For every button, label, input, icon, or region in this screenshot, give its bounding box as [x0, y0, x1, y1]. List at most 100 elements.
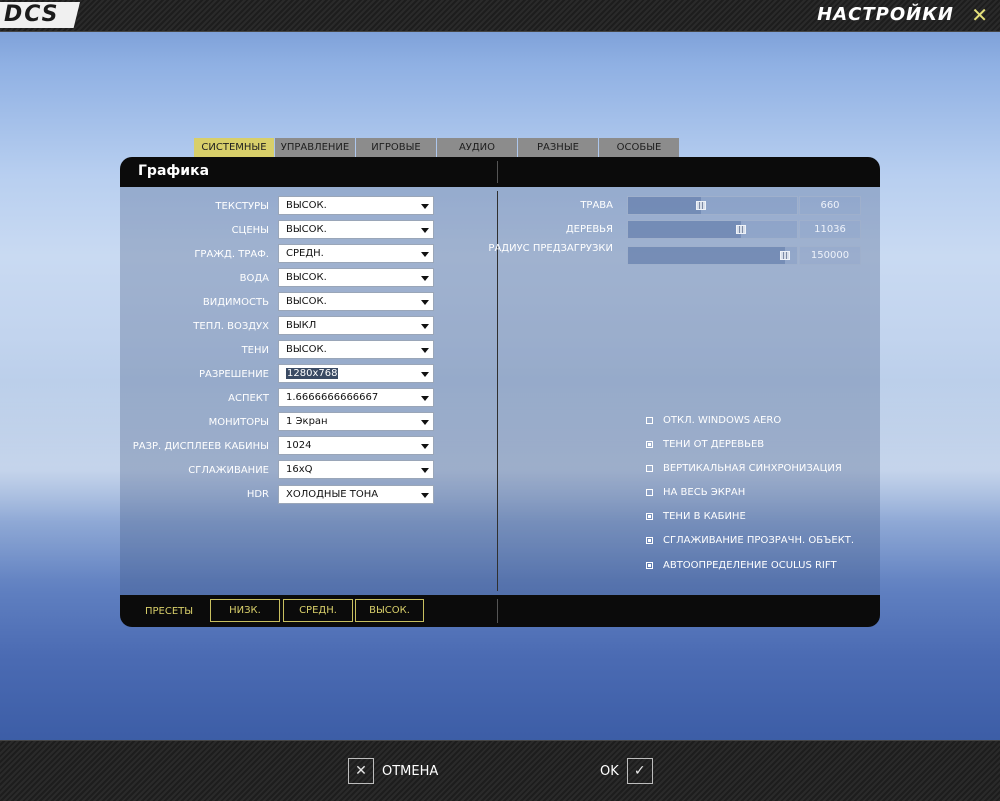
dropdown-arrow-icon	[421, 396, 429, 401]
checkbox-box[interactable]	[646, 488, 653, 496]
setting-label: СЦЕНЫ	[231, 225, 269, 236]
select-value: 16xQ	[286, 464, 313, 475]
aero-checkbox[interactable]: ОТКЛ. WINDOWS AERO	[646, 413, 781, 427]
slider-label: РАДИУС ПРЕДЗАГРУЗКИ	[488, 243, 613, 254]
tab-controls[interactable]: УПРАВЛЕНИЕ	[275, 138, 355, 157]
top-bar: DCS НАСТРОЙКИ ✕	[0, 0, 1000, 32]
dropdown-arrow-icon	[421, 276, 429, 281]
setting-label: АСПЕКТ	[228, 393, 269, 404]
graphics-panel: Графика ТЕКСТУРЫ ВЫСОК. СЦЕНЫ ВЫСОК. ГРА…	[120, 157, 880, 627]
grass-value-field[interactable]: 660	[799, 196, 861, 215]
setting-label: ВИДИМОСТЬ	[202, 297, 269, 308]
checkbox-box[interactable]	[646, 512, 653, 520]
checkbox-box[interactable]	[646, 440, 653, 448]
tree-shadows-checkbox[interactable]: ТЕНИ ОТ ДЕРЕВЬЕВ	[646, 437, 764, 451]
checkbox-label: АВТООПРЕДЕЛЕНИЕ OCULUS RIFT	[663, 559, 837, 571]
close-icon[interactable]: ✕	[971, 3, 988, 27]
dropdown-arrow-icon	[421, 204, 429, 209]
checkbox-label: ОТКЛ. WINDOWS AERO	[663, 414, 782, 426]
checkbox-box[interactable]	[646, 536, 653, 544]
checkbox-box[interactable]	[646, 561, 653, 569]
select-value: 1024	[286, 440, 312, 451]
transparency-aa-checkbox[interactable]: СГЛАЖИВАНИЕ ПРОЗРАЧН. ОБЪЕКТ.	[646, 533, 854, 547]
fullscreen-checkbox[interactable]: НА ВЕСЬ ЭКРАН	[646, 485, 745, 499]
vsync-checkbox[interactable]: ВЕРТИКАЛЬНАЯ СИНХРОНИЗАЦИЯ	[646, 461, 842, 475]
presets-label: ПРЕСЕТЫ	[145, 606, 194, 617]
ok-button[interactable]: OK ✓	[592, 757, 653, 785]
setting-label: HDR	[246, 489, 269, 500]
antialiasing-select[interactable]: 16xQ	[278, 460, 434, 479]
checkbox-box[interactable]	[646, 416, 653, 424]
checkbox-label: ТЕНИ В КАБИНЕ	[663, 510, 746, 522]
select-value: ВЫСОК.	[286, 296, 327, 307]
setting-label: ГРАЖД. ТРАФ.	[194, 249, 269, 260]
preset-low-button[interactable]: НИЗК.	[210, 599, 280, 622]
slider-thumb[interactable]	[780, 251, 791, 260]
slider-fill	[628, 197, 701, 214]
setting-label: РАЗР. ДИСПЛЕЕВ КАБИНЫ	[132, 441, 269, 452]
cancel-button[interactable]: ✕ ОТМЕНА	[348, 757, 446, 785]
dropdown-arrow-icon	[421, 252, 429, 257]
trees-slider[interactable]	[627, 220, 798, 239]
cancel-label: ОТМЕНА	[382, 763, 439, 779]
cockpit-shadows-checkbox[interactable]: ТЕНИ В КАБИНЕ	[646, 509, 746, 523]
heat-blur-select[interactable]: ВЫКЛ	[278, 316, 434, 335]
shadows-select[interactable]: ВЫСОК.	[278, 340, 434, 359]
checkbox-label: ВЕРТИКАЛЬНАЯ СИНХРОНИЗАЦИЯ	[663, 462, 842, 474]
setting-label: РАЗРЕШЕНИЕ	[199, 369, 269, 380]
dropdown-arrow-icon	[421, 468, 429, 473]
tab-system[interactable]: СИСТЕМНЫЕ	[194, 138, 274, 157]
tab-special[interactable]: ОСОБЫЕ	[599, 138, 679, 157]
aspect-select[interactable]: 1.6666666666667	[278, 388, 434, 407]
tab-misc[interactable]: РАЗНЫЕ	[518, 138, 598, 157]
close-icon: ✕	[348, 758, 374, 784]
preload-radius-slider[interactable]	[627, 246, 798, 265]
grass-slider[interactable]	[627, 196, 798, 215]
bottom-bar: ✕ ОТМЕНА OK ✓	[0, 740, 1000, 801]
civil-traffic-select[interactable]: СРЕДН.	[278, 244, 434, 263]
preset-high-button[interactable]: ВЫСОК.	[355, 599, 424, 622]
select-value: ВЫСОК.	[286, 272, 327, 283]
cockpit-display-select[interactable]: 1024	[278, 436, 434, 455]
setting-label: МОНИТОРЫ	[208, 417, 269, 428]
dropdown-arrow-icon	[421, 324, 429, 329]
tab-audio[interactable]: АУДИО	[437, 138, 517, 157]
checkbox-label: СГЛАЖИВАНИЕ ПРОЗРАЧН. ОБЪЕКТ.	[663, 534, 855, 546]
dropdown-arrow-icon	[421, 228, 429, 233]
preload-radius-value-field[interactable]: 150000	[799, 246, 861, 265]
select-value: 1 Экран	[286, 416, 328, 427]
panel-header: Графика	[120, 157, 880, 187]
select-value: 1280x768	[286, 368, 339, 379]
slider-fill	[628, 247, 786, 264]
panel-title: Графика	[138, 163, 210, 179]
slider-fill	[628, 221, 742, 238]
visibility-select[interactable]: ВЫСОК.	[278, 292, 434, 311]
resolution-select[interactable]: 1280x768	[278, 364, 434, 383]
select-value: ВЫСОК.	[286, 224, 327, 235]
tab-bar: СИСТЕМНЫЕ УПРАВЛЕНИЕ ИГРОВЫЕ АУДИО РАЗНЫ…	[194, 138, 679, 157]
trees-value-field[interactable]: 11036	[799, 220, 861, 239]
scenes-select[interactable]: ВЫСОК.	[278, 220, 434, 239]
slider-label: ТРАВА	[580, 200, 613, 211]
checkbox-label: НА ВЕСЬ ЭКРАН	[663, 486, 746, 498]
select-value: СРЕДН.	[286, 248, 324, 259]
slider-thumb[interactable]	[736, 225, 747, 234]
hdr-select[interactable]: ХОЛОДНЫЕ ТОНА	[278, 485, 434, 504]
oculus-rift-checkbox[interactable]: АВТООПРЕДЕЛЕНИЕ OCULUS RIFT	[646, 558, 837, 572]
monitors-select[interactable]: 1 Экран	[278, 412, 434, 431]
setting-label: ТЕНИ	[241, 345, 269, 356]
slider-thumb[interactable]	[695, 201, 706, 210]
dcs-logo: DCS	[0, 2, 80, 28]
textures-select[interactable]: ВЫСОК.	[278, 196, 434, 215]
tab-gameplay[interactable]: ИГРОВЫЕ	[356, 138, 436, 157]
header-divider	[497, 161, 498, 183]
water-select[interactable]: ВЫСОК.	[278, 268, 434, 287]
select-value: ВЫКЛ	[286, 320, 317, 331]
dropdown-arrow-icon	[421, 300, 429, 305]
select-value: ВЫСОК.	[286, 344, 327, 355]
setting-label: ТЕПЛ. ВОЗДУХ	[193, 321, 269, 332]
checkbox-box[interactable]	[646, 464, 653, 472]
slider-label: ДЕРЕВЬЯ	[565, 224, 613, 235]
dropdown-arrow-icon	[421, 420, 429, 425]
preset-medium-button[interactable]: СРЕДН.	[283, 599, 353, 622]
